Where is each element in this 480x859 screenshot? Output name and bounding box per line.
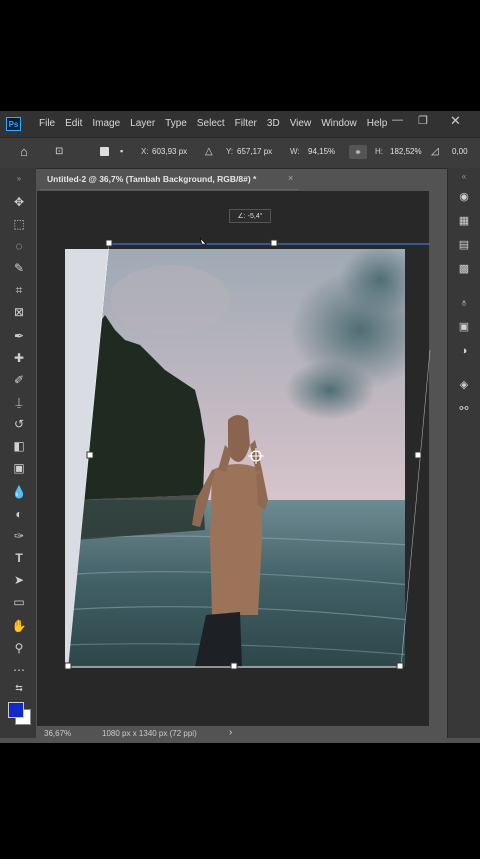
rotation-angle-tooltip: ∠: -5,4°	[229, 209, 271, 223]
foreground-color-swatch[interactable]	[8, 702, 24, 718]
photo-content	[68, 249, 405, 667]
photo-canvas[interactable]	[0, 0, 480, 854]
handle-bottom-left	[64, 662, 72, 670]
handle-top-left	[105, 239, 113, 247]
handle-bottom-middle	[230, 662, 238, 670]
handle-top-middle	[270, 239, 278, 247]
handle-bottom-right	[396, 662, 404, 670]
handle-middle-right	[414, 451, 422, 459]
handle-middle-left	[86, 451, 94, 459]
rotate-cursor-icon	[199, 237, 207, 245]
photo-layer[interactable]	[0, 0, 480, 854]
